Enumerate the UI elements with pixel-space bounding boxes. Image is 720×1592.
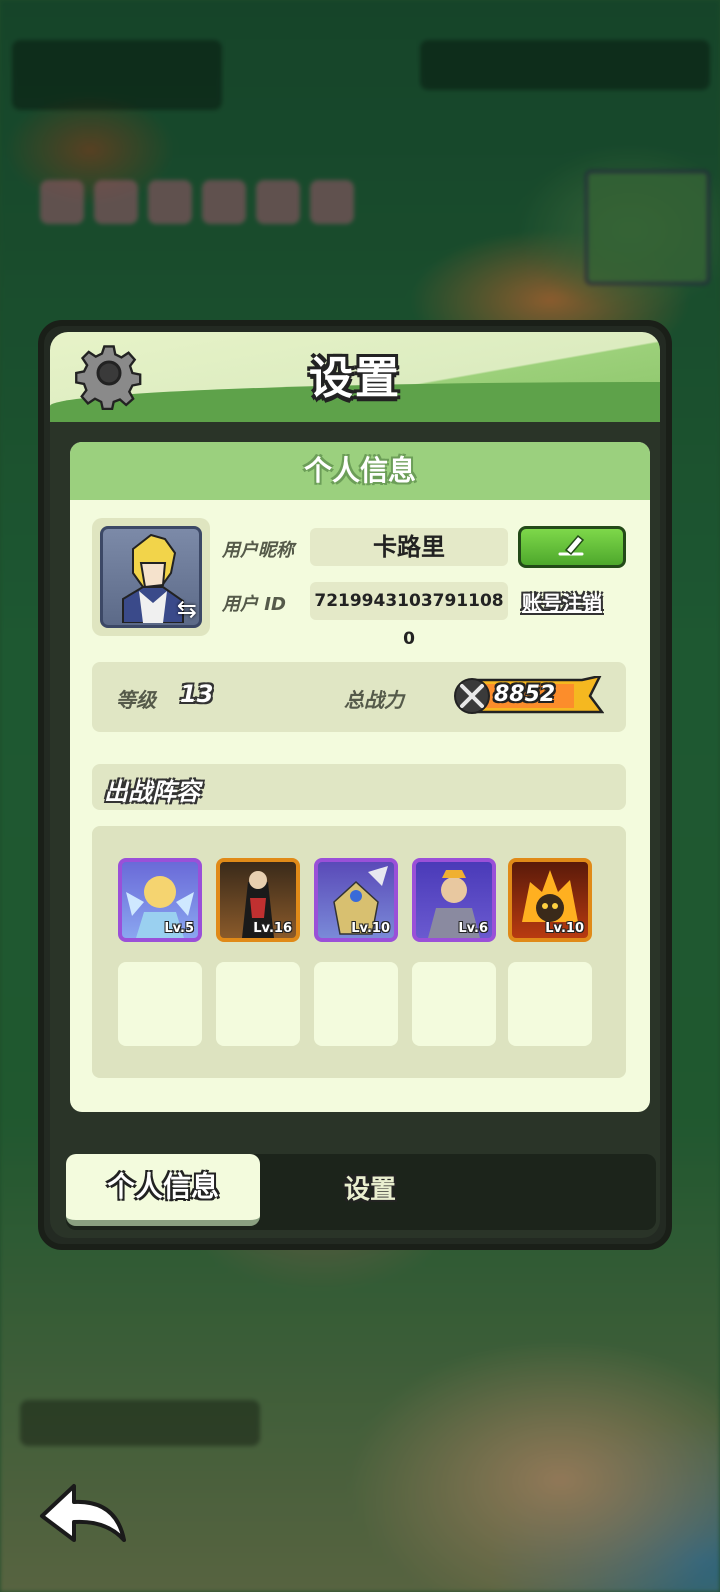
empty-slot[interactable]: [118, 962, 202, 1046]
nickname-value: 卡路里: [310, 528, 508, 566]
hero-slot-3[interactable]: Lv.10: [314, 858, 398, 942]
dialog-header: 设置: [50, 332, 660, 422]
pencil-icon: [552, 530, 592, 564]
empty-slot[interactable]: [508, 962, 592, 1046]
avatar-frame[interactable]: ⇆: [92, 518, 210, 636]
stats-bar: 等级 13 总战力 8852: [92, 662, 626, 732]
empty-slot[interactable]: [216, 962, 300, 1046]
tab-settings[interactable]: 设置: [260, 1154, 480, 1226]
lineup-title: 出战阵容: [104, 778, 200, 806]
dialog-title: 设置: [309, 353, 401, 404]
lineup-grid: Lv.5 Lv.16 Lv.10 Lv.6 Lv.10: [92, 826, 626, 1078]
back-button[interactable]: [36, 1480, 132, 1550]
cancel-account-link[interactable]: 账号注销: [522, 587, 602, 616]
settings-dialog: 设置 个人信息 ⇆ 用户昵称 卡路里 用户 ID 721994310379110…: [38, 320, 672, 1250]
empty-slot[interactable]: [314, 962, 398, 1046]
tab-bar: 个人信息 设置: [66, 1154, 656, 1230]
level-label: 等级: [116, 688, 156, 712]
section-title: 个人信息: [70, 442, 650, 500]
back-arrow-icon: [36, 1484, 132, 1554]
tab-profile[interactable]: 个人信息: [66, 1154, 260, 1226]
hero-slot-1[interactable]: Lv.5: [118, 858, 202, 942]
power-value: 8852: [494, 682, 556, 707]
hero-level: Lv.16: [253, 921, 292, 936]
hero-level: Lv.10: [351, 921, 390, 936]
level-value: 13: [180, 680, 214, 708]
edit-nickname-button[interactable]: [518, 526, 626, 568]
power-label: 总战力: [344, 688, 404, 712]
nickname-label: 用户昵称: [222, 540, 294, 561]
profile-card: 个人信息 ⇆ 用户昵称 卡路里: [70, 442, 650, 1112]
hero-level: Lv.10: [545, 921, 584, 936]
hero-level: Lv.6: [458, 921, 488, 936]
crossed-swords-icon: [454, 678, 490, 714]
user-id-value: 7219943103791108​0: [310, 582, 508, 649]
user-id-label: 用户 ID: [222, 594, 286, 615]
lineup-header: 出战阵容: [92, 764, 626, 810]
hero-level: Lv.5: [164, 921, 194, 936]
avatar[interactable]: ⇆: [100, 526, 202, 628]
swap-arrows-icon[interactable]: ⇆: [177, 595, 197, 623]
hero-slot-4[interactable]: Lv.6: [412, 858, 496, 942]
power-badge: 8852: [454, 676, 604, 716]
hero-slot-5[interactable]: Lv.10: [508, 858, 592, 942]
hero-slot-2[interactable]: Lv.16: [216, 858, 300, 942]
empty-slot[interactable]: [412, 962, 496, 1046]
